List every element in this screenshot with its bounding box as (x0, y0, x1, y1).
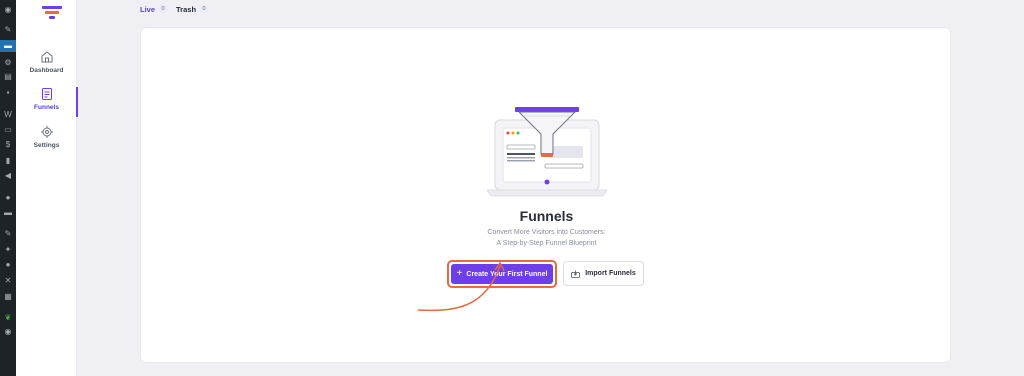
import-funnels-button[interactable]: Import Funnels (563, 261, 644, 286)
sidebar-item-dashboard[interactable]: Dashboard (16, 50, 77, 90)
leaf-icon[interactable]: ❦ (3, 313, 13, 323)
payments-icon[interactable]: $ (3, 140, 13, 150)
plugin-sidebar: Dashboard Funnels Settings (16, 0, 78, 376)
sidebar-item-settings[interactable]: Settings (16, 125, 77, 165)
appearance-icon[interactable]: ✎ (3, 229, 13, 239)
tab-trash[interactable]: Trash 0 (176, 5, 210, 14)
pages-icon[interactable]: ▤ (3, 72, 13, 82)
subtitle-line-2: A Step-by-Step Funnel Blueprint (496, 240, 597, 247)
collapse-icon[interactable]: ◉ (3, 327, 13, 337)
gear-icon (40, 126, 53, 138)
marketing-icon[interactable]: ◀ (3, 171, 13, 181)
sidebar-item-label: Dashboard (29, 67, 64, 74)
tab-count: 0 (158, 5, 169, 14)
plugin-icon[interactable]: ● (3, 193, 13, 203)
tab-live[interactable]: Live 0 (140, 5, 169, 14)
woo-icon[interactable]: W (3, 110, 13, 120)
page-title: Funnels (519, 208, 574, 224)
annotation-arrow-icon (417, 261, 505, 312)
users-icon[interactable]: ● (3, 260, 13, 270)
sidebar-item-label: Funnels (34, 104, 59, 111)
empty-state-card: Funnels Convert More Visitors into Custo… (140, 27, 951, 363)
subtitle-line-1: Convert More Visitors into Customers: (487, 229, 606, 236)
wp-admin-menu: ◉ ✎ ▬ ⚙ ▤ ▪ W ▭ $ ▮ ◀ ● ▬ ✎ ✦ ● ✕ ▦ ❦ ◉ (0, 0, 16, 376)
status-tabs: Live 0 Trash 0 (140, 5, 210, 14)
products-icon[interactable]: ▭ (3, 125, 13, 135)
import-funnels-label: Import Funnels (585, 270, 636, 277)
pin-icon[interactable]: ✎ (3, 25, 13, 35)
sidebar-item-label: Settings (33, 142, 60, 149)
media-icon[interactable]: ⚙ (3, 58, 13, 68)
dashboard-icon[interactable]: ◉ (3, 5, 13, 15)
plugins-icon[interactable]: ✦ (3, 245, 13, 255)
comments-icon[interactable]: ▪ (3, 88, 13, 98)
tab-count: 0 (199, 5, 210, 14)
tab-label: Live (140, 5, 156, 14)
analytics-icon[interactable]: ▮ (3, 156, 13, 166)
import-icon (571, 270, 581, 278)
funnel-plugin-icon[interactable]: ▬ (0, 40, 16, 52)
logo-icon[interactable] (42, 6, 62, 20)
tab-label: Trash (176, 5, 197, 14)
sidebar-item-funnels[interactable]: Funnels (16, 87, 78, 127)
home-icon (41, 51, 52, 63)
funnels-doc-icon (41, 88, 52, 100)
settings-icon[interactable]: ▦ (3, 292, 13, 302)
tools-icon[interactable]: ✕ (3, 276, 13, 286)
folder-icon[interactable]: ▬ (3, 208, 13, 218)
